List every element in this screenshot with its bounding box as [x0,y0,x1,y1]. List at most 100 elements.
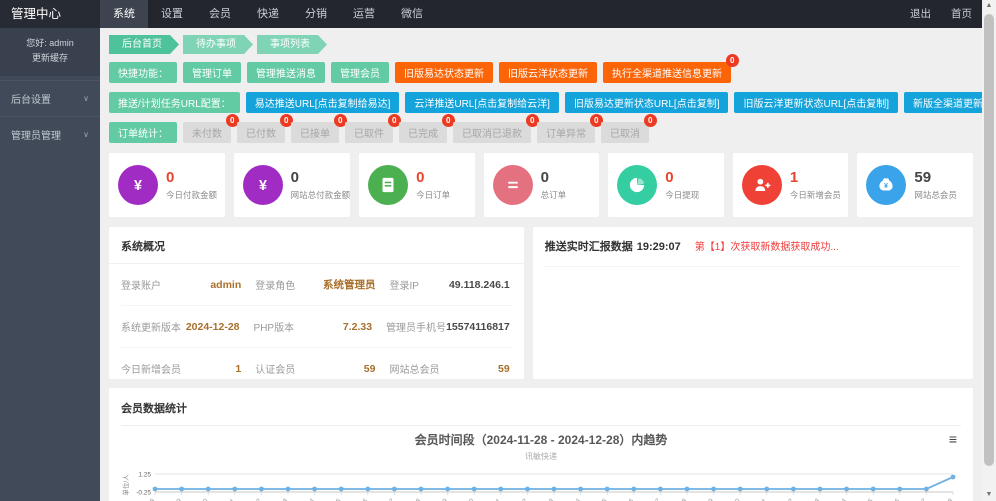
sidebar-item-1[interactable]: 管理员管理 ∨ [0,115,100,152]
refresh-cache-link[interactable]: 更新缓存 [2,51,98,66]
svg-text:12/03: 12/03 [273,497,290,501]
stat-card-4[interactable]: 0 今日提现 [608,153,724,217]
push-url-button-2[interactable]: 旧版易达更新状态URL[点击复制] [564,92,729,113]
svg-text:11/28: 11/28 [140,497,156,501]
stat-card-label: 今日提现 [665,190,700,200]
stat-card-meta: 1 今日新增会员 [790,169,841,201]
page-scrollbar[interactable]: ▲ ▼ [982,0,996,501]
stat-card-meta: 59 网站总会员 [914,169,957,201]
stat-card-label: 今日订单 [416,190,451,200]
stat-card-5[interactable]: 1 今日新增会员 [732,153,849,217]
stat-card-3[interactable]: 0 总订单 [483,153,600,217]
svg-text:1.25: 1.25 [138,472,151,479]
quick-green-button-0[interactable]: 管理订单 [183,62,241,83]
stat-card-1[interactable]: ¥0 网站总付款金额 [233,153,351,217]
scroll-up-icon[interactable]: ▲ [982,0,996,12]
svg-text:11/30: 11/30 [193,497,209,501]
order-stat-button-3[interactable]: 已取件 0 [345,114,401,143]
stat-card-2[interactable]: 0 今日订单 [359,153,475,217]
system-cell: PHP版本 7.2.33 [254,306,387,347]
yen-icon: ¥ [118,165,158,205]
breadcrumb-item-1[interactable]: 待办事项 [183,35,253,54]
nav-item-4[interactable]: 分销 [292,0,340,28]
nav-item-1[interactable]: 设置 [148,0,196,28]
system-row-2: 今日新增会员 1 认证会员 59 网站总会员 59 [121,348,512,379]
stat-card-label: 网站总付款金额 [290,190,351,200]
svg-text:12/12: 12/12 [512,497,529,501]
svg-text:12/13: 12/13 [539,497,556,501]
svg-text:12/22: 12/22 [778,497,795,501]
push-url-button-4[interactable]: 新版全渠道更新状态URL[点击复制] [904,92,982,113]
push-report-line: 推送实时汇报数据 19:29:07 第【1】次获取新数据获取成功... [544,227,961,267]
member-stats-panel: 会员数据统计 会员时间段（2024-11-28 - 2024-12-28）内趋势… [109,388,973,501]
order-stats-label: 订单统计： [109,122,177,143]
svg-text:12/24: 12/24 [832,497,849,501]
svg-text:-0.25: -0.25 [136,490,151,497]
push-url-button-1[interactable]: 云洋推送URL[点击复制给云洋] [405,92,559,113]
order-stat-button-0[interactable]: 未付数 0 [183,114,239,143]
svg-text:12/17: 12/17 [645,497,662,501]
stat-card-meta: 0 网站总付款金额 [291,169,351,201]
nav-item-5[interactable]: 运营 [340,0,388,28]
order-stat-button-4[interactable]: 已完成 0 [399,114,455,143]
stat-card-6[interactable]: ¥59 网站总会员 [857,153,973,217]
svg-text:12/02: 12/02 [246,497,263,501]
chart-menu-icon[interactable]: ≡ [949,432,957,446]
stat-card-value: 0 [290,169,299,186]
quick-green-button-2[interactable]: 管理会员 [331,62,389,83]
quick-orange-button-0[interactable]: 旧版易达状态更新 [395,62,493,83]
push-url-button-0[interactable]: 易达推送URL[点击复制给易达] [245,92,400,113]
quick-orange-button-2[interactable]: 执行全渠道推送信息更新 0 [603,54,739,83]
nav-item-3[interactable]: 快递 [244,0,292,28]
pie-icon [617,165,658,205]
stat-card-0[interactable]: ¥0 今日付款金额 [109,153,225,217]
breadcrumb-item-2[interactable]: 事项列表 [257,35,327,54]
sidebar-menu: 后台设置 ∨ 管理员管理 ∨ [0,79,100,152]
nav-items: 系统 设置 会员 快递 分销 运营 微信 [100,0,436,28]
nav-right-links: 退出 首页 [900,0,982,28]
push-url-button-3[interactable]: 旧版云洋更新状态URL[点击复制] [734,92,899,113]
svg-text:12/25: 12/25 [858,497,875,501]
quick-green-button-1[interactable]: 管理推送消息 [247,62,325,83]
nav-item-0[interactable]: 系统 [100,0,148,28]
stat-card-meta: 0 今日付款金额 [166,169,217,201]
nav-link-0[interactable]: 退出 [900,0,941,28]
badge: 0 [643,114,657,127]
main-content: 后台首页 待办事项 事项列表 快捷功能： 管理订单 管理推送消息 管理会员 旧版易达状态更… [100,28,982,501]
svg-text:¥: ¥ [259,178,267,194]
system-overview-title: 系统概况 [109,227,524,264]
system-overview-panel: 系统概况 登录账户 admin 登录角色 系统管理员 登录IP 49.118.246.1 系… [109,227,524,379]
greeting-text: 您好: admin [26,38,74,48]
stat-card-label: 总订单 [540,190,567,200]
svg-text:12/18: 12/18 [672,497,689,501]
user-add-icon [741,165,782,205]
svg-text:12/14: 12/14 [566,497,583,501]
order-stat-button-6[interactable]: 订单异常 0 [537,114,603,143]
order-stat-button-2[interactable]: 已接单 0 [291,114,347,143]
nav-item-6[interactable]: 微信 [388,0,436,28]
system-cell-label: 网站总会员 [389,365,440,376]
nav-item-2[interactable]: 会员 [196,0,244,28]
sidebar-user-box: 您好: admin 更新缓存 [0,28,100,76]
order-stat-button-7[interactable]: 已取消 0 [601,114,657,143]
order-stats-row: 订单统计： 未付数 0 已付数 0 已接单 0 已取件 0 已完成 0 已取消已退款 0 订单异常 0 已取… [109,114,973,143]
nav-link-1[interactable]: 首页 [941,0,982,28]
svg-text:12/28: 12/28 [938,497,955,501]
breadcrumb-item-0[interactable]: 后台首页 [109,35,179,54]
stat-card-meta: 0 今日提现 [665,169,699,201]
order-stat-button-5[interactable]: 已取消已退款 0 [453,114,539,143]
badge: 0 [725,54,739,67]
quick-functions-row: 快捷功能： 管理订单 管理推送消息 管理会员 旧版易达状态更新 旧版云洋状态更新 执行全渠… [109,54,973,83]
order-stat-button-1[interactable]: 已付数 0 [237,114,293,143]
quick-orange-button-1[interactable]: 旧版云洋状态更新 [499,62,597,83]
system-cell-value: 15574116817 [446,320,510,333]
sidebar-item-0[interactable]: 后台设置 ∨ [0,79,100,116]
stat-card-meta: 0 总订单 [541,169,567,201]
stat-card-label: 网站总会员 [914,190,957,200]
svg-text:12/16: 12/16 [619,497,636,501]
stat-cards: ¥0 今日付款金额 ¥0 网站总付款金额 0 今日订单 0 总订单 0 今日提现 1 今日新增会员 ¥5… [109,153,973,217]
push-report-message: 第【1】次获取新数据获取成功... [694,242,839,253]
scroll-down-icon[interactable]: ▼ [982,489,996,501]
scrollbar-thumb[interactable] [984,14,994,466]
svg-text:12/20: 12/20 [725,497,742,501]
